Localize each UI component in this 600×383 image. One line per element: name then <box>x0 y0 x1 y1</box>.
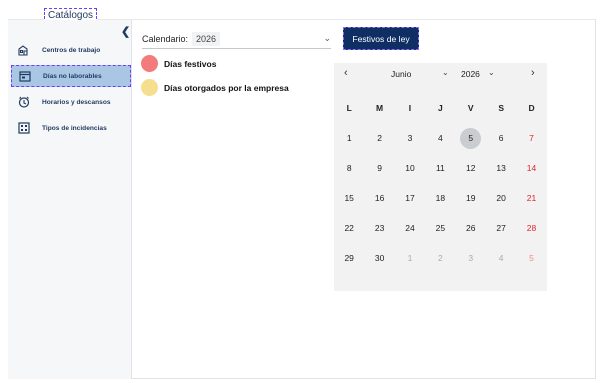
calendar-week-row: 29 30 1 2 3 4 5 <box>334 243 547 273</box>
calendar-day-sunday[interactable]: 7 <box>516 123 546 153</box>
calendar-day[interactable]: 16 <box>364 183 394 213</box>
calendar-week-row: 1 2 3 4 5 6 7 <box>334 123 547 153</box>
calendar-day[interactable]: 1 <box>334 123 364 153</box>
calendar-day[interactable]: 25 <box>425 213 455 243</box>
calendar-day[interactable]: 22 <box>334 213 364 243</box>
sidebar-item-horarios-y-descansos[interactable]: Horarios y descansos <box>11 91 131 113</box>
calendar-day[interactable]: 20 <box>486 183 516 213</box>
calendar-week-row: 8 9 10 11 12 13 14 <box>334 153 547 183</box>
weekday-label: L <box>346 103 352 113</box>
calendar-day[interactable]: 13 <box>486 153 516 183</box>
calendar-week-row: 22 23 24 25 26 27 28 <box>334 213 547 243</box>
calendar-day[interactable]: 17 <box>395 183 425 213</box>
calendar-day[interactable]: 9 <box>364 153 394 183</box>
sidebar-item-label: Días no laborables <box>43 72 102 80</box>
weekday-label: V <box>467 103 474 113</box>
calendar-day[interactable]: 15 <box>334 183 364 213</box>
calendar-day-next-month[interactable]: 3 <box>456 243 486 273</box>
chevron-down-icon[interactable]: ⌄ <box>488 68 495 77</box>
calendar-grid: L M I J V S D 1 2 3 4 5 6 7 8 9 10 11 12… <box>334 93 547 273</box>
calendar-day[interactable]: 19 <box>456 183 486 213</box>
next-month-button[interactable]: › <box>531 67 535 79</box>
legend-item-empresa: Días otorgados por la empresa <box>141 79 289 96</box>
calendar-day[interactable]: 2 <box>364 123 394 153</box>
calendar-day-today[interactable]: 5 <box>456 123 486 153</box>
sidebar-item-dias-no-laborables[interactable]: Días no laborables <box>11 65 131 87</box>
calendar-day[interactable]: 30 <box>364 243 394 273</box>
main-content: Calendario: 2026 ⌄ Festivos de ley Días … <box>133 20 596 379</box>
clock-icon <box>18 96 30 108</box>
month-calendar: ‹ Junio ⌄ 2026 ⌄ › L M I J V S D 1 2 3 4 <box>334 63 547 291</box>
calendar-day[interactable]: 10 <box>395 153 425 183</box>
sidebar-item-centros-de-trabajo[interactable]: Centros de trabajo <box>11 39 131 61</box>
calendar-select-label: Calendario: <box>142 33 189 44</box>
calendar-day[interactable]: 24 <box>395 213 425 243</box>
legend-dot-red <box>141 55 158 72</box>
collapse-chevron-icon[interactable]: ❮ <box>121 25 130 38</box>
sidebar: ❮ Centros de trabajo Días no laborables … <box>8 20 132 379</box>
month-label[interactable]: Junio <box>391 69 411 79</box>
building-icon <box>18 44 30 56</box>
calendar-week-row: 15 16 17 18 19 20 21 <box>334 183 547 213</box>
calendar-day-sunday[interactable]: 14 <box>516 153 546 183</box>
chevron-down-icon: ⌄ <box>323 33 331 43</box>
weekday-header-row: L M I J V S D <box>334 93 547 123</box>
calendar-day[interactable]: 29 <box>334 243 364 273</box>
calendar-day[interactable]: 23 <box>364 213 394 243</box>
calendar-day-sunday[interactable]: 28 <box>516 213 546 243</box>
calendar-day-next-month[interactable]: 1 <box>395 243 425 273</box>
calendar-day[interactable]: 4 <box>425 123 455 153</box>
calendar-day[interactable]: 18 <box>425 183 455 213</box>
weekday-label: I <box>408 103 412 113</box>
weekday-label: S <box>498 103 504 113</box>
calendar-day[interactable]: 8 <box>334 153 364 183</box>
sidebar-item-label: Tipos de incidencias <box>42 124 107 132</box>
legend-dot-yellow <box>141 79 158 96</box>
weekday-label: J <box>438 103 443 113</box>
calendar-day-sunday[interactable]: 21 <box>516 183 546 213</box>
sidebar-item-tipos-de-incidencias[interactable]: Tipos de incidencias <box>11 117 131 139</box>
calendar-header: ‹ Junio ⌄ 2026 ⌄ › <box>334 63 547 85</box>
legend-label: Días otorgados por la empresa <box>164 82 289 93</box>
top-bar: Catálogos <box>8 4 596 23</box>
grid-icon <box>18 122 30 134</box>
weekday-label: D <box>528 103 535 113</box>
sidebar-item-label: Centros de trabajo <box>42 46 101 54</box>
calendar-select[interactable]: Calendario: 2026 ⌄ <box>142 29 331 49</box>
calendar-icon <box>19 70 31 82</box>
calendar-day[interactable]: 3 <box>395 123 425 153</box>
calendar-day[interactable]: 6 <box>486 123 516 153</box>
weekday-label: M <box>376 103 384 113</box>
prev-month-button[interactable]: ‹ <box>344 67 348 79</box>
calendar-day-next-month[interactable]: 4 <box>486 243 516 273</box>
sidebar-item-label: Horarios y descansos <box>42 98 111 106</box>
chevron-down-icon[interactable]: ⌄ <box>442 68 449 77</box>
calendar-select-value: 2026 <box>192 31 221 46</box>
calendar-day[interactable]: 11 <box>425 153 455 183</box>
legend-item-festivos: Días festivos <box>141 55 216 72</box>
calendar-day[interactable]: 26 <box>456 213 486 243</box>
calendar-day-sunday[interactable]: 5 <box>516 243 546 273</box>
calendar-day[interactable]: 12 <box>456 153 486 183</box>
calendar-day[interactable]: 27 <box>486 213 516 243</box>
legend-label: Días festivos <box>164 58 217 69</box>
festivos-de-ley-button[interactable]: Festivos de ley <box>343 27 419 50</box>
calendar-day-next-month[interactable]: 2 <box>425 243 455 273</box>
year-label[interactable]: 2026 <box>461 69 480 79</box>
today-marker: 5 <box>460 127 482 149</box>
